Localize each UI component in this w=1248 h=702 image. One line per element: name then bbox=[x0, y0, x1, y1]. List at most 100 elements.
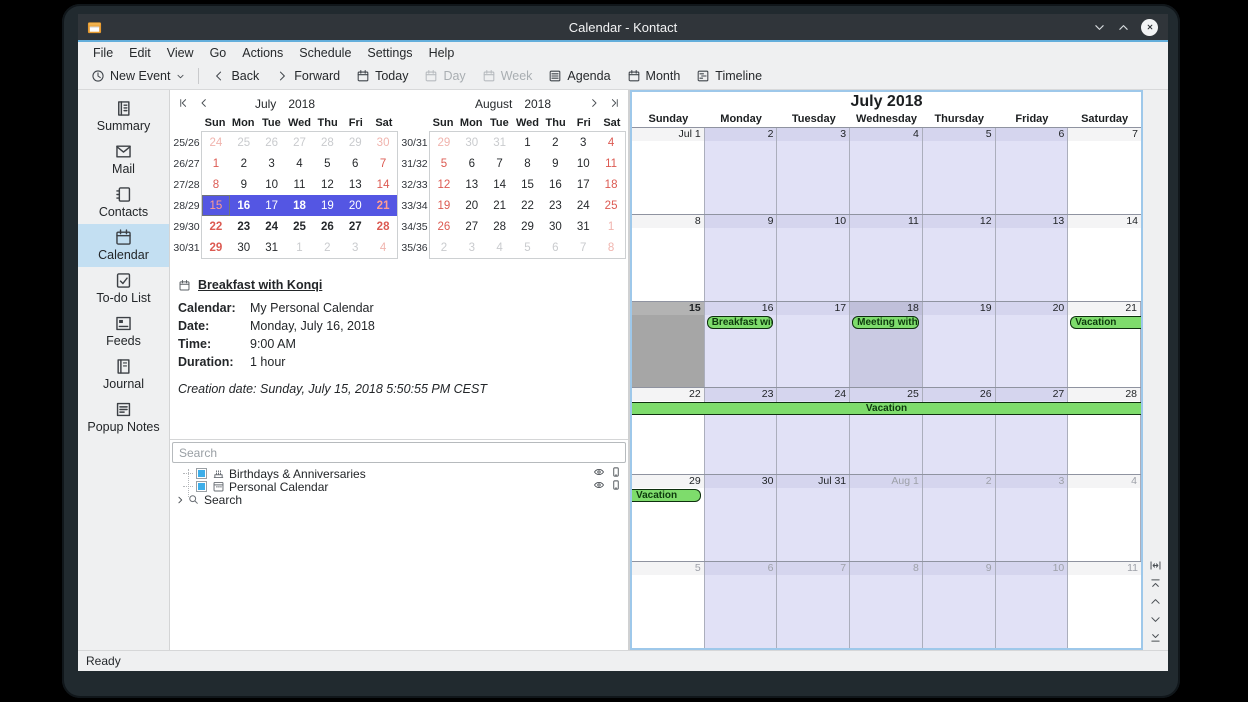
mini-day[interactable]: 23 bbox=[541, 195, 569, 216]
mini-day[interactable]: 14 bbox=[486, 174, 514, 195]
month-cell[interactable]: 14 bbox=[1068, 215, 1141, 301]
menu-file[interactable]: File bbox=[85, 46, 121, 60]
month-cell[interactable]: Jul 1 bbox=[632, 128, 705, 214]
mini-day[interactable]: 7 bbox=[369, 153, 397, 174]
month-cell[interactable]: 24 bbox=[777, 388, 850, 474]
week-number[interactable]: 25/26 bbox=[172, 132, 201, 153]
week-number[interactable]: 34/35 bbox=[400, 216, 429, 237]
mini-day[interactable]: 31 bbox=[486, 132, 514, 153]
mini-day[interactable]: 3 bbox=[569, 132, 597, 153]
mini-day[interactable]: 11 bbox=[286, 174, 314, 195]
week-number[interactable]: 35/36 bbox=[400, 237, 429, 258]
mini-day[interactable]: 10 bbox=[258, 174, 286, 195]
new-event-button[interactable]: New Event bbox=[83, 63, 193, 89]
week-number[interactable]: 27/28 bbox=[172, 174, 201, 195]
week-number[interactable]: 32/33 bbox=[400, 174, 429, 195]
mini-day[interactable]: 3 bbox=[341, 237, 369, 258]
month-cell[interactable]: 5 bbox=[632, 562, 705, 648]
maximize-button[interactable] bbox=[1117, 21, 1130, 34]
mini-day[interactable]: 1 bbox=[286, 237, 314, 258]
month-cell[interactable]: 3 bbox=[777, 128, 850, 214]
month-cell[interactable]: 17 bbox=[777, 302, 850, 388]
mini-day[interactable]: 15 bbox=[514, 174, 542, 195]
mini-day[interactable]: 1 bbox=[202, 153, 230, 174]
mini-day[interactable]: 22 bbox=[514, 195, 542, 216]
menu-settings[interactable]: Settings bbox=[359, 46, 420, 60]
month-cell[interactable]: 10 bbox=[996, 562, 1069, 648]
month-cell[interactable]: 28 bbox=[1068, 388, 1141, 474]
mini-day[interactable]: 30 bbox=[541, 216, 569, 237]
mini-month-name[interactable]: July bbox=[255, 97, 276, 111]
mini-day[interactable]: 25 bbox=[597, 195, 625, 216]
month-cell[interactable]: 2 bbox=[705, 128, 778, 214]
mini-day[interactable]: 8 bbox=[202, 174, 230, 195]
month-cell[interactable]: Jul 31 bbox=[777, 475, 850, 561]
calendar-name[interactable]: Personal Calendar bbox=[229, 480, 328, 494]
mini-year[interactable]: 2018 bbox=[524, 97, 551, 111]
sidebar-item-todo[interactable]: To-do List bbox=[78, 267, 169, 310]
mini-day[interactable]: 30 bbox=[458, 132, 486, 153]
scroll-up-button[interactable] bbox=[1149, 595, 1162, 608]
mini-day[interactable]: 6 bbox=[341, 153, 369, 174]
event-vacation[interactable]: Vacation bbox=[1070, 316, 1141, 329]
mini-day[interactable]: 17 bbox=[258, 195, 286, 216]
sidebar-item-journal[interactable]: Journal bbox=[78, 353, 169, 396]
month-cell[interactable]: 2 bbox=[923, 475, 996, 561]
mini-day[interactable]: 1 bbox=[597, 216, 625, 237]
month-cell[interactable]: 7 bbox=[1068, 128, 1141, 214]
mini-day[interactable]: 20 bbox=[341, 195, 369, 216]
calendar-list-item[interactable]: Search bbox=[170, 493, 628, 506]
month-cell[interactable]: 12 bbox=[923, 215, 996, 301]
mini-day[interactable]: 8 bbox=[597, 237, 625, 258]
calendar-list-item[interactable]: Birthdays & Anniversaries bbox=[170, 467, 628, 480]
mini-day[interactable]: 19 bbox=[313, 195, 341, 216]
mini-day[interactable]: 4 bbox=[369, 237, 397, 258]
month-cell[interactable]: 30 bbox=[705, 475, 778, 561]
month-cell[interactable]: 4 bbox=[1068, 475, 1141, 561]
sidebar-item-popup-notes[interactable]: Popup Notes bbox=[78, 396, 169, 439]
week-number[interactable]: 30/31 bbox=[400, 132, 429, 153]
month-cell[interactable]: 9 bbox=[923, 562, 996, 648]
mini-day[interactable]: 10 bbox=[569, 153, 597, 174]
month-cell[interactable]: 4 bbox=[850, 128, 923, 214]
scroll-down-button[interactable] bbox=[1149, 613, 1162, 626]
eye-button[interactable] bbox=[593, 479, 605, 494]
menu-edit[interactable]: Edit bbox=[121, 46, 159, 60]
mini-day[interactable]: 2 bbox=[541, 132, 569, 153]
minimize-button[interactable] bbox=[1093, 21, 1106, 34]
mini-day[interactable]: 4 bbox=[286, 153, 314, 174]
expander-icon[interactable] bbox=[175, 495, 185, 505]
mini-day[interactable]: 5 bbox=[430, 153, 458, 174]
month-cell[interactable]: 21 bbox=[1068, 302, 1141, 388]
week-number[interactable]: 33/34 bbox=[400, 195, 429, 216]
mini-day[interactable]: 7 bbox=[569, 237, 597, 258]
mini-day[interactable]: 16 bbox=[230, 195, 258, 216]
mini-day[interactable]: 13 bbox=[341, 174, 369, 195]
mini-day[interactable]: 12 bbox=[313, 174, 341, 195]
mini-day[interactable]: 4 bbox=[597, 132, 625, 153]
month-cell[interactable]: 29 bbox=[632, 475, 705, 561]
mini-day[interactable]: 2 bbox=[313, 237, 341, 258]
mini-day[interactable]: 11 bbox=[597, 153, 625, 174]
month-cell[interactable]: 8 bbox=[850, 562, 923, 648]
month-cell[interactable]: 11 bbox=[850, 215, 923, 301]
sidebar-item-mail[interactable]: Mail bbox=[78, 138, 169, 181]
mini-day[interactable]: 8 bbox=[514, 153, 542, 174]
calendar-search-input[interactable] bbox=[172, 442, 626, 463]
device-button[interactable] bbox=[610, 479, 622, 494]
mini-day[interactable]: 7 bbox=[486, 153, 514, 174]
event-vacation[interactable]: Vacation bbox=[632, 489, 701, 502]
mini-day[interactable]: 5 bbox=[514, 237, 542, 258]
month-cell[interactable]: 23 bbox=[705, 388, 778, 474]
timeline-button[interactable]: Timeline bbox=[688, 63, 770, 89]
mini-day[interactable]: 28 bbox=[369, 216, 397, 237]
menu-help[interactable]: Help bbox=[421, 46, 463, 60]
scroll-to-end-button[interactable] bbox=[1149, 631, 1162, 644]
mini-day[interactable]: 24 bbox=[202, 132, 230, 153]
mini-day[interactable]: 18 bbox=[597, 174, 625, 195]
mini-day[interactable]: 25 bbox=[286, 216, 314, 237]
mini-day[interactable]: 2 bbox=[230, 153, 258, 174]
mini-day[interactable]: 29 bbox=[514, 216, 542, 237]
mini-day[interactable]: 12 bbox=[430, 174, 458, 195]
calendar-name[interactable]: Search bbox=[204, 493, 242, 507]
